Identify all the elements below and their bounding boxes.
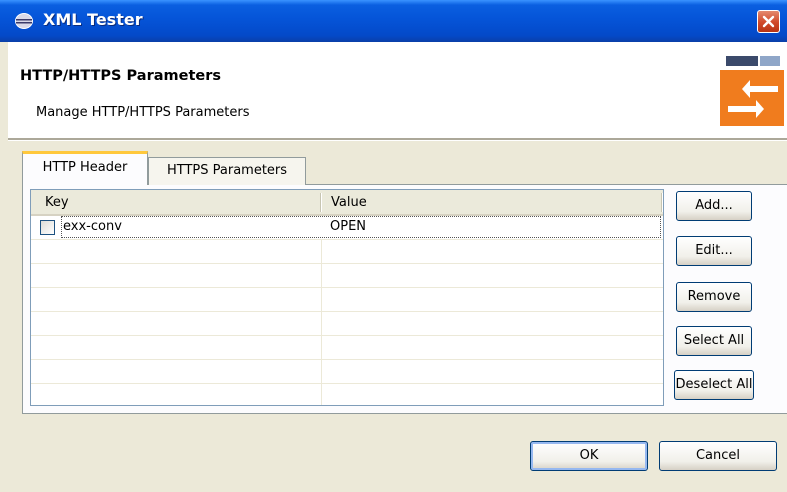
tab-https-parameters[interactable]: HTTPS Parameters xyxy=(148,157,306,185)
dialog-window: XML Tester HTTP/HTTPS Parameters Manage … xyxy=(0,0,787,492)
ok-button[interactable]: OK xyxy=(530,441,648,471)
table-row-empty xyxy=(31,288,663,312)
table-row[interactable]: exx-conv OPEN xyxy=(31,216,663,240)
window-title: XML Tester xyxy=(43,10,143,29)
banner-separator xyxy=(8,138,787,141)
table-row-empty xyxy=(31,240,663,264)
table-header: Key Value xyxy=(31,190,663,216)
cell-key: exx-conv xyxy=(63,219,122,234)
column-header-value[interactable]: Value xyxy=(331,195,367,210)
deselect-all-button[interactable]: Deselect All xyxy=(674,370,754,400)
column-divider[interactable] xyxy=(320,193,322,212)
edit-button[interactable]: Edit... xyxy=(676,236,752,266)
transfer-arrows-icon xyxy=(720,56,784,126)
parameters-table[interactable]: Key Value exx-conv OPEN xyxy=(30,189,664,406)
cancel-button[interactable]: Cancel xyxy=(659,441,777,471)
close-button[interactable] xyxy=(757,10,780,33)
cell-value: OPEN xyxy=(330,219,367,234)
remove-button[interactable]: Remove xyxy=(676,282,752,312)
tab-http-header[interactable]: HTTP Header xyxy=(22,151,148,185)
add-button[interactable]: Add... xyxy=(676,191,752,221)
column-header-key[interactable]: Key xyxy=(45,195,69,210)
column-divider xyxy=(661,193,663,212)
page-description: Manage HTTP/HTTPS Parameters xyxy=(36,105,250,120)
title-bar[interactable]: XML Tester xyxy=(0,0,787,42)
page-title: HTTP/HTTPS Parameters xyxy=(20,68,221,84)
row-checkbox[interactable] xyxy=(40,220,55,235)
table-row-empty xyxy=(31,336,663,360)
close-icon xyxy=(762,15,775,28)
table-row-empty xyxy=(31,264,663,288)
table-row-empty xyxy=(31,384,663,405)
header-banner: HTTP/HTTPS Parameters Manage HTTP/HTTPS … xyxy=(8,42,787,138)
table-row-empty xyxy=(31,360,663,384)
table-row-empty xyxy=(31,312,663,336)
eclipse-icon xyxy=(13,12,35,30)
select-all-button[interactable]: Select All xyxy=(676,326,752,356)
